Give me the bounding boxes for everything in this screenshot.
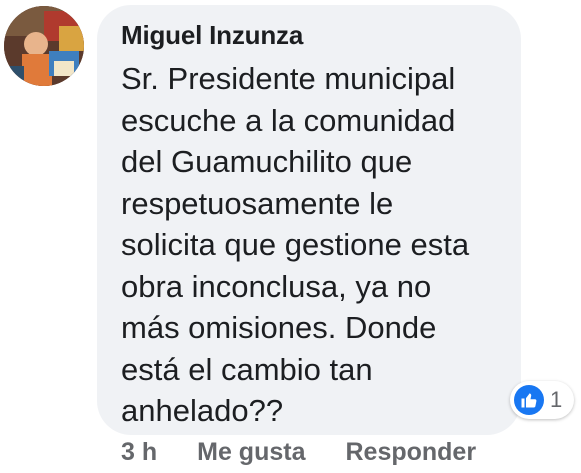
comment-text-line: obra inconclusa, ya no — [121, 268, 432, 304]
comment-text-line: solicita que gestione esta — [121, 227, 470, 262]
comment-text: Sr. Presidente municipal escuche a la co… — [121, 58, 516, 432]
reply-button[interactable]: Responder — [345, 438, 476, 467]
avatar[interactable] — [4, 6, 84, 86]
comment-text-line: Sr. Presidente municipal — [121, 61, 456, 96]
comment-timestamp[interactable]: 3 h — [121, 438, 157, 467]
reaction-summary[interactable]: 1 — [510, 381, 575, 419]
thumbs-up-icon — [514, 385, 544, 415]
comment-text-line: está el cambio tan — [121, 351, 373, 387]
comment-text-line: más omisiones. Donde — [121, 310, 437, 345]
comment-text-line: del Guamuchilito que — [121, 144, 413, 179]
comment-actions: 3 h Me gusta Responder — [121, 438, 476, 467]
comment-text-line: respetuosamente le — [121, 185, 394, 221]
comment-text-line: escuche a la comunidad — [121, 102, 456, 138]
comment-text-line: anhelado?? — [121, 393, 284, 428]
like-button[interactable]: Me gusta — [197, 438, 305, 467]
comment-author[interactable]: Miguel Inzunza — [121, 20, 303, 51]
avatar-photo — [4, 6, 84, 86]
reaction-count: 1 — [550, 387, 563, 412]
